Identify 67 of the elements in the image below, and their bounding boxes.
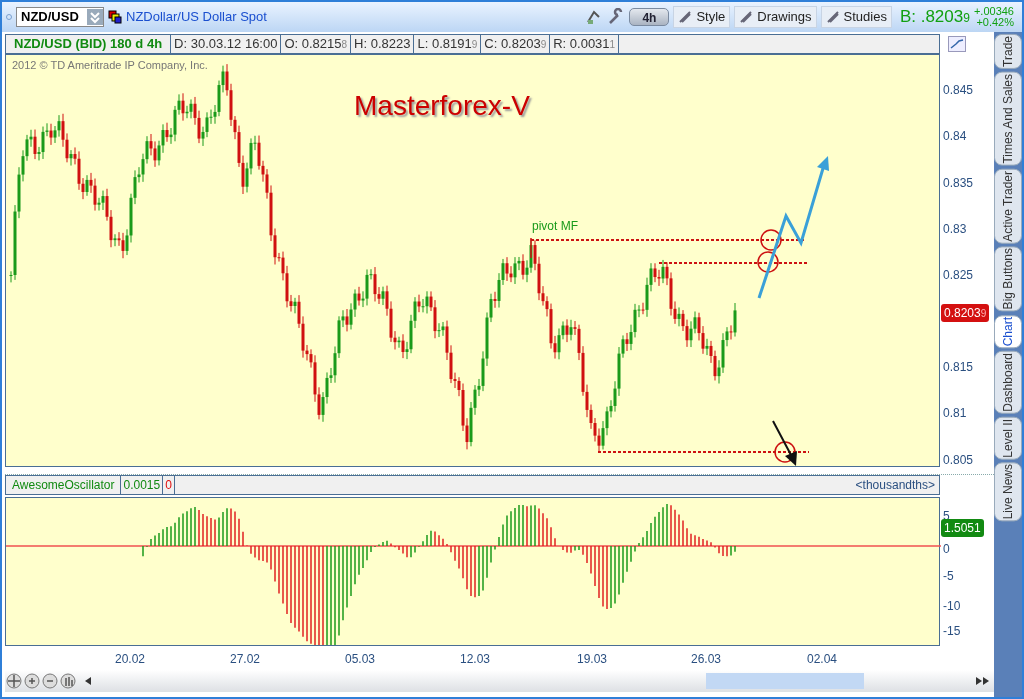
side-tab[interactable]: Live News xyxy=(994,462,1022,522)
zoom-in-icon[interactable] xyxy=(23,672,41,690)
side-tab[interactable]: Big Buttons xyxy=(994,246,1022,312)
zoom-out-icon[interactable] xyxy=(41,672,59,690)
linked-squares-icon xyxy=(108,10,122,24)
bid-price: B: .82039 xyxy=(899,6,970,29)
copyright-text: 2012 © TD Ameritrade IP Company, Inc. xyxy=(12,58,208,73)
ohlc-field: C: 0.82039 xyxy=(481,35,551,53)
price-label: 0.815 xyxy=(943,359,974,376)
toolbar-button[interactable]: Style xyxy=(673,6,731,28)
toolbar-button[interactable]: Drawings xyxy=(734,6,817,28)
side-tab[interactable]: Level II xyxy=(994,416,1022,460)
last-price-tag: 0.82039 xyxy=(941,304,990,322)
date-label: 12.03 xyxy=(460,651,491,668)
oscillator-axis-label: -5 xyxy=(943,568,954,585)
percent-change: +0.42% xyxy=(976,17,1014,28)
instrument-link[interactable]: NZDollar/US Dollar Spot xyxy=(126,7,267,27)
date-label: 02.04 xyxy=(807,651,838,668)
arrow xyxy=(772,420,797,466)
study-name: AwesomeOscillator xyxy=(6,476,122,494)
scroll-left-icon[interactable] xyxy=(85,677,91,685)
price-label: 0.81 xyxy=(943,405,967,422)
price-label: 0.83 xyxy=(943,221,967,238)
circle-mark xyxy=(757,251,779,273)
scrollbar-thumb[interactable] xyxy=(706,673,864,689)
date-label: 27.02 xyxy=(230,651,261,668)
oscillator-axis-label: -15 xyxy=(943,623,961,640)
price-label: 0.845 xyxy=(943,82,974,99)
pencil-icon xyxy=(739,10,754,24)
side-tab[interactable]: Dashboard xyxy=(994,350,1022,414)
symbol-dropdown[interactable]: NZD/USD xyxy=(16,7,104,27)
scroll-right-icon[interactable] xyxy=(976,677,990,685)
dropdown-arrow-icon xyxy=(87,9,103,25)
date-label: 26.03 xyxy=(691,651,722,668)
ohlc-field: R: 0.00311 xyxy=(550,35,620,53)
side-tab[interactable]: Chart xyxy=(994,314,1022,348)
date-label: 19.03 xyxy=(577,651,608,668)
ohlc-field: D: 30.03.12 16:00 xyxy=(171,35,282,53)
series-title: NZD/USD (BID) 180 d 4h xyxy=(6,35,172,53)
price-label: 0.835 xyxy=(943,175,974,192)
circle-mark xyxy=(774,441,796,463)
price-label: 0.805 xyxy=(943,452,974,469)
price-label: 0.84 xyxy=(943,128,967,145)
pivot-label: pivot MF xyxy=(532,218,578,235)
date-label: 20.02 xyxy=(115,651,146,668)
toolbar-button[interactable]: Studies xyxy=(820,6,892,28)
crosshair-icon[interactable] xyxy=(5,672,23,690)
chart-style-icon[interactable] xyxy=(948,36,966,52)
date-label: 05.03 xyxy=(345,651,376,668)
aggregation-button[interactable]: 4h xyxy=(629,8,670,26)
oscillator-axis-label: 0 xyxy=(943,541,950,558)
side-tab[interactable]: Trade xyxy=(994,34,1022,69)
study-value: 0 xyxy=(163,476,175,494)
side-tab[interactable]: Active Trader xyxy=(994,168,1022,244)
ohlc-field: O: 0.82158 xyxy=(281,35,352,53)
oscillator-value-tag: 1.5051 xyxy=(941,519,984,537)
oscillator-axis-label: -10 xyxy=(943,598,961,615)
net-change: +.00346 xyxy=(973,6,1014,17)
circle-mark xyxy=(760,229,782,251)
ohlc-field: L: 0.81919 xyxy=(414,35,482,53)
side-tab[interactable]: Times And Sales xyxy=(994,71,1022,166)
units-label: <thousandths> xyxy=(854,477,936,494)
study-value: 0.0015 xyxy=(121,476,164,494)
ohlc-field: H: 0.8223 xyxy=(351,35,415,53)
pivot-marker-line xyxy=(530,237,532,259)
chart-title: Masterforex-V xyxy=(354,89,530,123)
price-label: 0.825 xyxy=(943,267,974,284)
